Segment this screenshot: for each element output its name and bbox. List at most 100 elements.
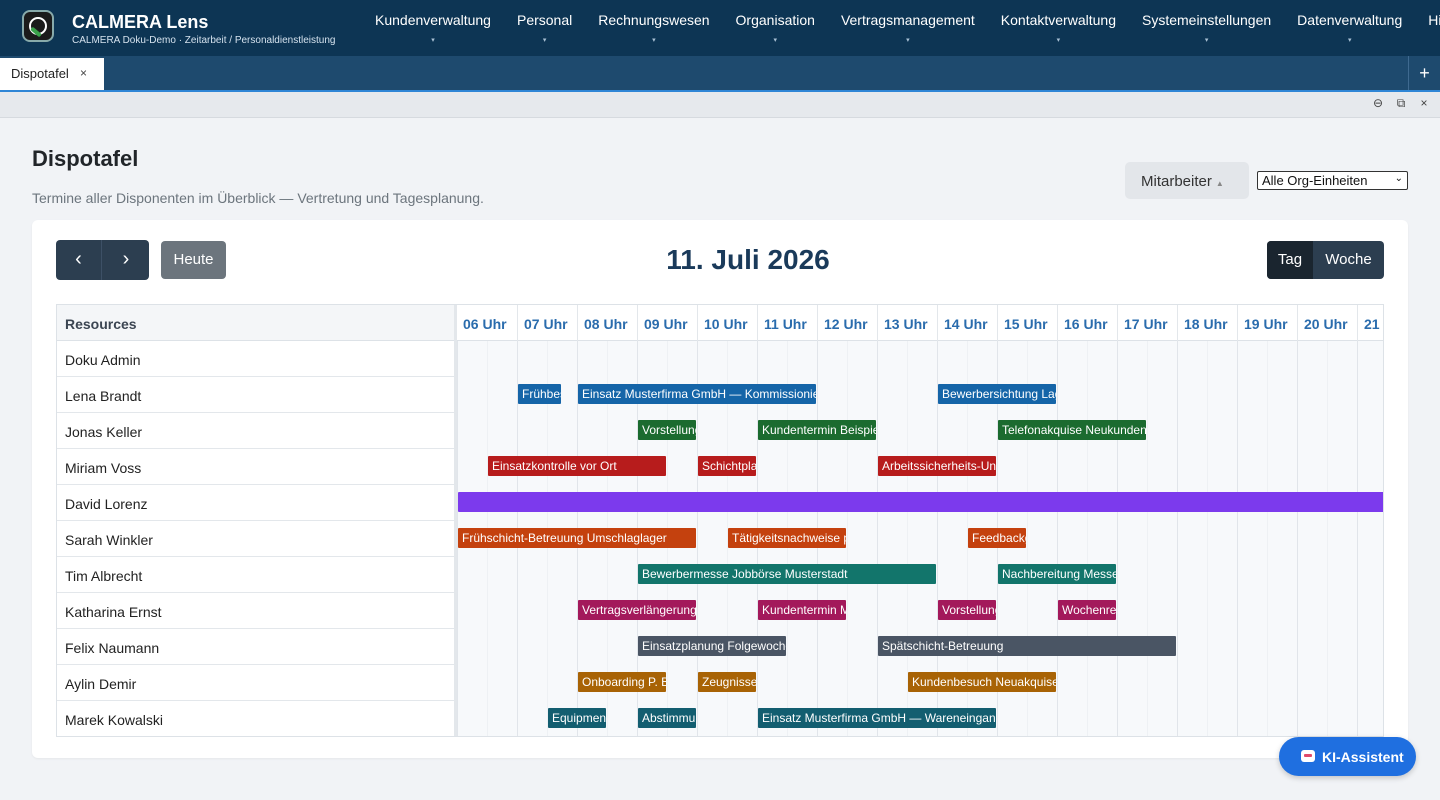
menu-item-organisation[interactable]: Organisation ▾ bbox=[723, 0, 828, 56]
calendar-event[interactable]: Einsatz Musterfirma GmbH — Kommissionier… bbox=[578, 384, 816, 404]
menu-item-vertragsmanagement[interactable]: Vertragsmanagement ▾ bbox=[828, 0, 988, 56]
calendar-event[interactable]: Bewerbermesse Jobbörse Musterstadt bbox=[638, 564, 936, 584]
time-grid-line bbox=[1087, 341, 1088, 736]
hour-label: 10 Uhr bbox=[697, 305, 757, 341]
close-window-icon[interactable]: × bbox=[1416, 96, 1432, 110]
calendar-event[interactable]: Abstimmung bbox=[638, 708, 696, 728]
caret-down-icon: ▾ bbox=[773, 37, 777, 44]
main-menu: Kundenverwaltung ▾ Personal ▾ Rechnungswesen… bbox=[362, 0, 1440, 56]
calendar-event[interactable]: Nachbereitung Messe bbox=[998, 564, 1116, 584]
hour-label: 15 Uhr bbox=[997, 305, 1057, 341]
ki-assistant-label: KI-Assistent bbox=[1322, 749, 1404, 765]
resource-row[interactable]: Sarah Winkler bbox=[57, 521, 454, 557]
time-grid-line bbox=[1117, 341, 1118, 736]
menu-item-label: Personal bbox=[516, 12, 573, 28]
hour-label: 16 Uhr bbox=[1057, 305, 1117, 341]
minimize-icon[interactable]: ⊖ bbox=[1370, 96, 1386, 110]
hour-label: 09 Uhr bbox=[637, 305, 697, 341]
resource-row[interactable]: Katharina Ernst bbox=[57, 593, 454, 629]
resource-row[interactable]: Marek Kowalski bbox=[57, 701, 454, 736]
add-tab-button[interactable]: + bbox=[1408, 56, 1440, 90]
calendar-event[interactable]: Wochenreport bbox=[1058, 600, 1116, 620]
page-title: Dispotafel bbox=[32, 146, 139, 171]
calendar-event[interactable]: Kundenbesuch Neuakquise bbox=[908, 672, 1056, 692]
menu-item-systemeinstellungen[interactable]: Systemeinstellungen ▾ bbox=[1129, 0, 1284, 56]
calmera-logo-icon[interactable] bbox=[22, 10, 54, 42]
calendar-event[interactable]: Vorstellungsgespräch bbox=[638, 420, 696, 440]
calendar-event[interactable]: Einsatzkontrolle vor Ort bbox=[488, 456, 666, 476]
calendar-event[interactable] bbox=[458, 492, 1383, 512]
menu-item-personal[interactable]: Personal ▾ bbox=[504, 0, 585, 56]
robot-icon bbox=[1301, 750, 1315, 762]
view-day-button[interactable]: Tag bbox=[1267, 241, 1313, 279]
window-toolbar: ⊖ ⧉ × bbox=[0, 92, 1440, 118]
calendar-event[interactable]: Zeugnisse bbox=[698, 672, 756, 692]
resource-row[interactable]: Miriam Voss bbox=[57, 449, 454, 485]
time-grid-line bbox=[877, 341, 878, 736]
restore-icon[interactable]: ⧉ bbox=[1393, 96, 1409, 111]
menu-item-kundenverwaltung[interactable]: Kundenverwaltung ▾ bbox=[362, 0, 504, 56]
hour-label: 13 Uhr bbox=[877, 305, 937, 341]
caret-down-icon: ▾ bbox=[542, 37, 547, 44]
time-grid-line bbox=[1177, 341, 1178, 736]
tab-close-icon[interactable]: × bbox=[80, 66, 87, 80]
time-grid-line bbox=[847, 341, 848, 736]
ki-assistant-button[interactable]: KI-Assistent bbox=[1279, 737, 1416, 776]
calendar-event[interactable]: Equipmentausgabe bbox=[548, 708, 606, 728]
mitarbeiter-toggle-button[interactable]: Mitarbeiter ▲ bbox=[1125, 162, 1249, 199]
calendar-event[interactable]: Schichtplanung bbox=[698, 456, 756, 476]
calendar-event[interactable]: Bewerbersichtung Lager bbox=[938, 384, 1056, 404]
calendar-event[interactable]: Einsatz Musterfirma GmbH — Wareneingang bbox=[758, 708, 996, 728]
calendar-event[interactable]: Kundentermin Beispiel AG bbox=[758, 420, 876, 440]
page-subtitle: Termine aller Disponenten im Überblick —… bbox=[32, 190, 484, 206]
resource-row[interactable]: David Lorenz bbox=[57, 485, 454, 521]
calendar-event[interactable]: Telefonakquise Neukunden bbox=[998, 420, 1146, 440]
resources-header: Resources bbox=[57, 305, 454, 341]
menu-item-datenverwaltung[interactable]: Datenverwaltung ▾ bbox=[1284, 0, 1415, 56]
timeline-area[interactable]: 06 Uhr 07 Uhr 08 Uhr 09 Uhr 10 Uhr 11 Uhr 12 U… bbox=[457, 305, 1383, 736]
resource-row[interactable]: Aylin Demir bbox=[57, 665, 454, 701]
hour-label: 20 Uhr bbox=[1297, 305, 1357, 341]
caret-down-icon: ▾ bbox=[431, 37, 435, 44]
brand-title[interactable]: CALMERA Lens bbox=[72, 12, 208, 33]
time-grid-line bbox=[1057, 341, 1058, 736]
resource-row[interactable]: Tim Albrecht bbox=[57, 557, 454, 593]
tab-dispotafel[interactable]: Dispotafel × bbox=[0, 58, 104, 90]
hour-label: 19 Uhr bbox=[1237, 305, 1297, 341]
menu-item-label: Kontaktverwaltung bbox=[1000, 12, 1116, 28]
resource-row[interactable]: Felix Naumann bbox=[57, 629, 454, 665]
hour-label: 18 Uhr bbox=[1177, 305, 1237, 341]
resource-row[interactable]: Lena Brandt bbox=[57, 377, 454, 413]
menu-item-label: Kundenverwaltung bbox=[375, 12, 491, 28]
time-grid-line bbox=[1267, 341, 1268, 736]
calendar-event[interactable]: Einsatzplanung Folgewoche bbox=[638, 636, 786, 656]
time-grid-line bbox=[1147, 341, 1148, 736]
calendar-card: ‹ › Heute 11. Juli 2026 Tag Woche Resour… bbox=[32, 220, 1408, 758]
calendar-event[interactable]: Feedbackgespräch bbox=[968, 528, 1026, 548]
menu-item-hilfebereich[interactable]: Hilfebereich▾ bbox=[1415, 0, 1440, 56]
calendar-event[interactable]: Frühbesprechung bbox=[518, 384, 561, 404]
hour-label: 08 Uhr bbox=[577, 305, 637, 341]
caret-down-icon: ▾ bbox=[906, 37, 910, 44]
calendar-event[interactable]: Spätschicht-Betreuung bbox=[878, 636, 1176, 656]
resource-row[interactable]: Doku Admin bbox=[57, 341, 454, 377]
menu-item-kontaktverwaltung[interactable]: Kontaktverwaltung ▾ bbox=[988, 0, 1129, 56]
chevron-down-icon: ⌄ bbox=[1394, 173, 1403, 184]
view-week-button[interactable]: Woche bbox=[1313, 241, 1384, 279]
calendar-event[interactable]: Onboarding P. Berger bbox=[578, 672, 666, 692]
calendar-event[interactable]: Arbeitssicherheits-Unterweisung bbox=[878, 456, 996, 476]
menu-item-rechnungswesen[interactable]: Rechnungswesen ▾ bbox=[585, 0, 722, 56]
org-unit-select[interactable]: Alle Org-Einheiten ⌄ bbox=[1257, 171, 1408, 190]
org-unit-selected-value: Alle Org-Einheiten bbox=[1262, 173, 1368, 188]
menu-item-label: Hilfebereich bbox=[1428, 12, 1440, 28]
menu-item-label: Systemeinstellungen bbox=[1141, 12, 1272, 28]
calendar-event[interactable]: Vertragsverlängerungen bbox=[578, 600, 696, 620]
calendar-event[interactable]: Vorstellungsgespräch bbox=[938, 600, 996, 620]
calendar-event[interactable]: Frühschicht-Betreuung Umschlaglager bbox=[458, 528, 696, 548]
calendar-event[interactable]: Kundentermin Müller bbox=[758, 600, 846, 620]
view-switcher: Tag Woche bbox=[1267, 241, 1384, 279]
mitarbeiter-label: Mitarbeiter bbox=[1141, 173, 1212, 190]
hour-label: 06 Uhr bbox=[463, 316, 507, 332]
resource-row[interactable]: Jonas Keller bbox=[57, 413, 454, 449]
calendar-event[interactable]: Tätigkeitsnachweise prüfen bbox=[728, 528, 846, 548]
